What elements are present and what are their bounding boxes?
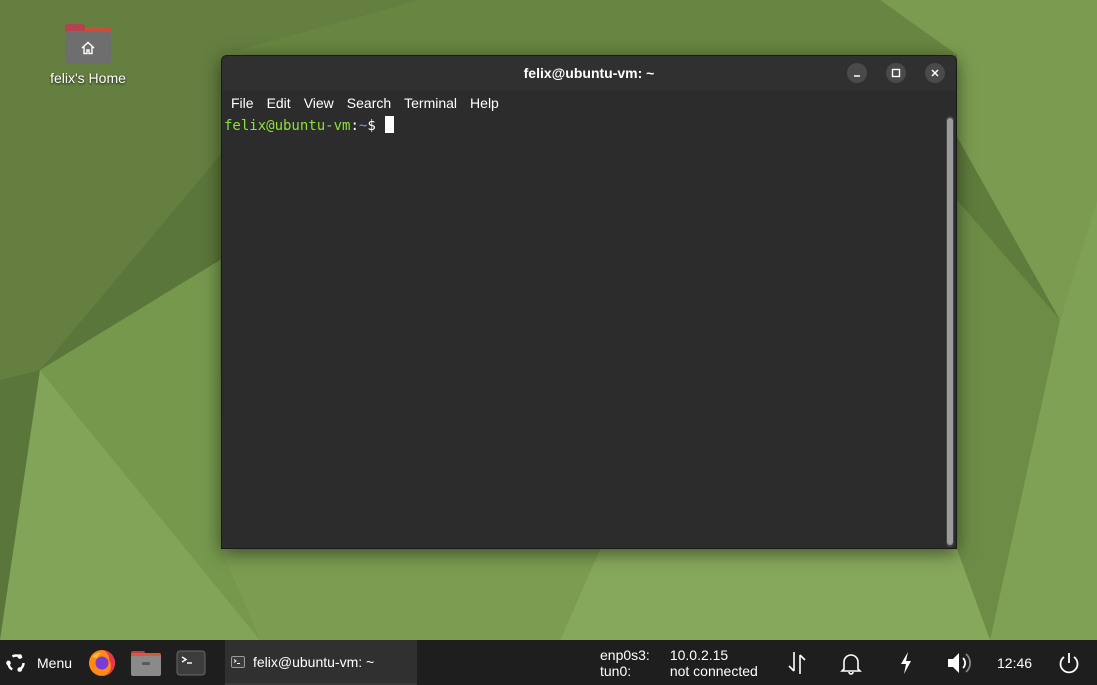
volume-button[interactable] bbox=[944, 640, 976, 685]
files-launcher[interactable] bbox=[130, 640, 162, 685]
prompt-user-host: felix@ubuntu-vm bbox=[224, 118, 351, 134]
network-transfer-icon bbox=[788, 651, 806, 674]
close-icon bbox=[931, 69, 939, 77]
terminal-area[interactable]: felix@ubuntu-vm:~$ bbox=[222, 115, 956, 548]
terminal-icon bbox=[231, 655, 245, 668]
taskbar-window-button[interactable]: felix@ubuntu-vm: ~ bbox=[225, 640, 417, 685]
bell-icon bbox=[840, 653, 862, 675]
network-transfer-indicator[interactable] bbox=[784, 640, 810, 685]
folder-icon bbox=[65, 22, 111, 64]
power-profile-indicator[interactable] bbox=[894, 640, 918, 685]
prompt-dollar: $ bbox=[367, 118, 376, 134]
menu-button[interactable]: Menu bbox=[4, 640, 78, 685]
clock-time: 12:46 bbox=[997, 654, 1033, 671]
clock[interactable]: 12:46 bbox=[997, 640, 1032, 685]
files-icon bbox=[131, 650, 161, 676]
minimize-icon bbox=[854, 75, 860, 77]
menu-help[interactable]: Help bbox=[465, 95, 504, 111]
network-iface1-value: 10.0.2.15 bbox=[669, 646, 729, 663]
terminal-icon bbox=[176, 650, 206, 675]
window-titlebar[interactable]: felix@ubuntu-vm: ~ bbox=[222, 56, 956, 90]
network-iface2-value: not connected bbox=[669, 662, 758, 679]
network-status[interactable]: enp0s3: tun0: 10.0.2.15 not connected bbox=[600, 640, 758, 685]
home-icon bbox=[81, 41, 95, 54]
notifications-button[interactable] bbox=[838, 640, 864, 685]
firefox-icon bbox=[89, 649, 115, 676]
prompt-colon: : bbox=[350, 118, 359, 134]
scrollbar-thumb[interactable] bbox=[947, 118, 953, 545]
taskbar: Menu felix@ubuntu-vm: ~ enp0s3: tun0: 10… bbox=[0, 640, 1097, 685]
terminal-launcher[interactable] bbox=[175, 640, 207, 685]
menu-label: Menu bbox=[37, 654, 73, 671]
minimize-button[interactable] bbox=[847, 63, 867, 83]
power-bolt-icon bbox=[901, 651, 911, 674]
taskbar-window-title: felix@ubuntu-vm: ~ bbox=[253, 653, 375, 670]
menu-search[interactable]: Search bbox=[342, 95, 396, 111]
home-folder-desktop-icon[interactable]: felix's Home bbox=[40, 22, 136, 86]
power-button[interactable] bbox=[1056, 640, 1082, 685]
ubuntu-logo-icon bbox=[6, 653, 25, 672]
network-iface1-label: enp0s3: bbox=[600, 646, 650, 663]
maximize-button[interactable] bbox=[886, 63, 906, 83]
network-iface2-label: tun0: bbox=[600, 662, 632, 679]
maximize-icon bbox=[891, 68, 901, 78]
menu-edit[interactable]: Edit bbox=[262, 95, 296, 111]
prompt-line: felix@ubuntu-vm:~$ bbox=[224, 116, 394, 135]
power-icon bbox=[1059, 652, 1079, 673]
window-title: felix@ubuntu-vm: ~ bbox=[523, 65, 655, 81]
firefox-launcher[interactable] bbox=[86, 640, 118, 685]
menu-file[interactable]: File bbox=[226, 95, 259, 111]
home-folder-label: felix's Home bbox=[50, 70, 126, 86]
terminal-scrollbar[interactable] bbox=[946, 116, 954, 547]
text-cursor bbox=[384, 116, 394, 133]
close-button[interactable] bbox=[925, 63, 945, 83]
menubar: File Edit View Search Terminal Help bbox=[222, 90, 956, 115]
terminal-window: felix@ubuntu-vm: ~ File Edit View Search… bbox=[221, 55, 957, 549]
menu-view[interactable]: View bbox=[299, 95, 339, 111]
volume-icon bbox=[948, 652, 971, 673]
menu-terminal[interactable]: Terminal bbox=[399, 95, 462, 111]
